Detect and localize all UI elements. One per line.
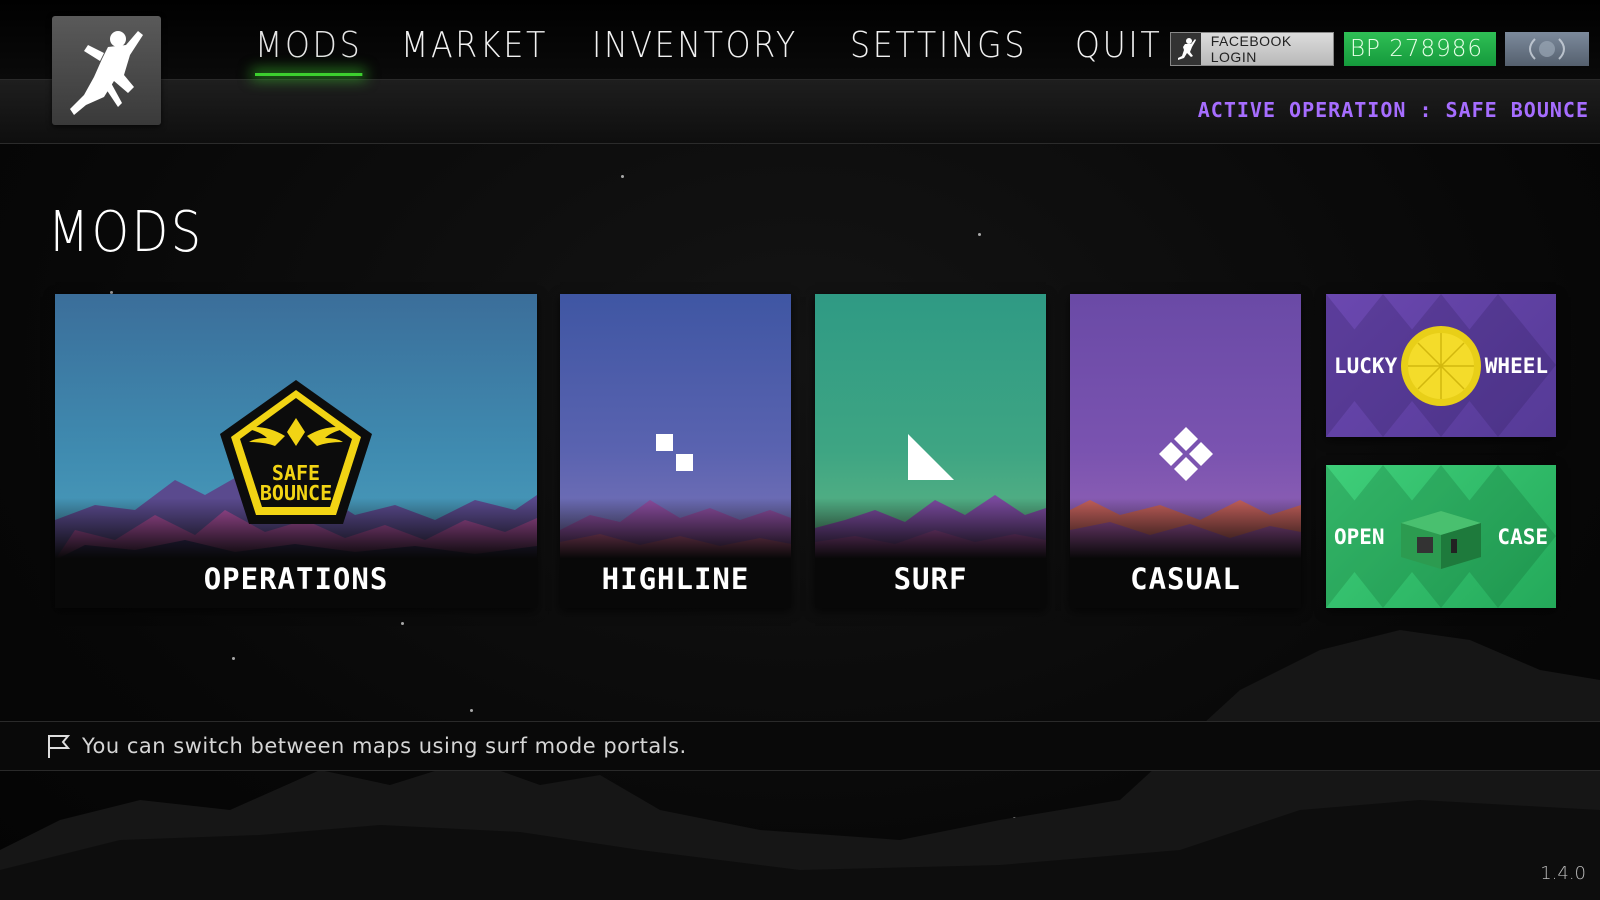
nav-quit[interactable]: QUIT: [1075, 24, 1162, 76]
main-nav: MODS MARKET INVENTORY SETTINGS QUIT: [255, 24, 1174, 76]
card-highline-label: HIGHLINE: [601, 562, 750, 596]
flag-icon: [48, 735, 71, 758]
star: [621, 175, 624, 178]
jumper-small-icon: [1171, 33, 1201, 65]
nav-inventory[interactable]: INVENTORY: [592, 24, 798, 76]
facebook-login-button[interactable]: FACEBOOK LOGIN: [1170, 32, 1334, 66]
card-operations-label: OPERATIONS: [203, 562, 389, 596]
wheel-label: WHEEL: [1484, 353, 1548, 378]
card-highline[interactable]: HIGHLINE: [560, 294, 791, 608]
lucky-label: LUCKY: [1334, 353, 1398, 378]
card-surf[interactable]: SURF: [815, 294, 1046, 608]
star: [978, 233, 981, 236]
open-label: OPEN: [1334, 524, 1385, 549]
safe-bounce-badge-icon: SAFE BOUNCE: [220, 380, 372, 524]
tip-bar: You can switch between maps using surf m…: [0, 721, 1600, 771]
bp-balance: BP 278986: [1344, 32, 1496, 66]
casual-diamond-icon: [1159, 427, 1213, 481]
tip-text: You can switch between maps using surf m…: [82, 734, 687, 758]
lucky-wheel-tile[interactable]: LUCKY WHEEL: [1326, 294, 1556, 437]
case-crate-icon: [1401, 510, 1481, 569]
active-operation-label[interactable]: ACTIVE OPERATION : SAFE BOUNCE: [1198, 98, 1589, 122]
nav-market[interactable]: MARKET: [401, 24, 548, 76]
bp-value: BP 278986: [1350, 36, 1484, 62]
surf-ramp-icon: [908, 434, 954, 480]
card-surf-label: SURF: [893, 562, 968, 596]
open-case-tile[interactable]: OPEN CASE: [1326, 465, 1556, 608]
card-casual[interactable]: CASUAL: [1070, 294, 1301, 608]
card-operations[interactable]: SAFE BOUNCE OPERATIONS: [55, 294, 537, 608]
nav-settings[interactable]: SETTINGS: [850, 24, 1027, 76]
parkour-jumper-icon[interactable]: [52, 16, 161, 125]
card-casual-label: CASUAL: [1130, 562, 1241, 596]
version-label: 1.4.0: [1540, 863, 1586, 884]
facebook-login-label: FACEBOOK LOGIN: [1210, 33, 1292, 65]
highline-icon: [656, 434, 693, 471]
page-title: MODS: [48, 200, 204, 265]
rank-emblem-icon[interactable]: [1505, 32, 1589, 66]
badge-text-bounce: BOUNCE: [260, 481, 332, 505]
case-label: CASE: [1497, 524, 1548, 549]
nav-mods[interactable]: MODS: [255, 24, 363, 76]
lucky-wheel-icon: [1401, 325, 1481, 406]
